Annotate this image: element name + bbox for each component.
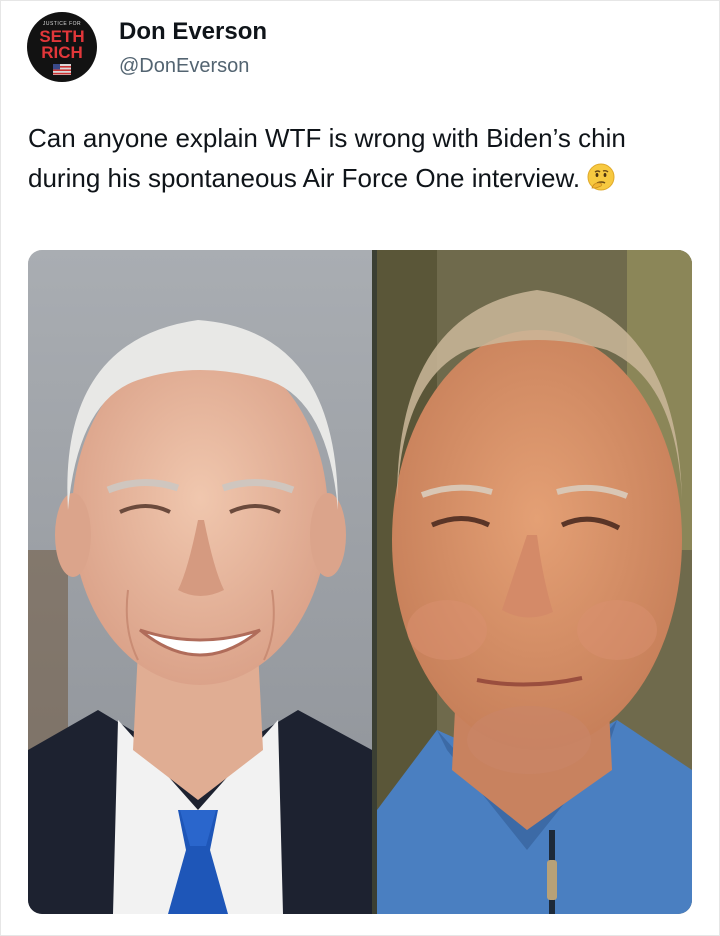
- tweet-media[interactable]: [28, 250, 692, 914]
- thinking-face-icon: [587, 163, 615, 191]
- author-name[interactable]: Don Everson: [119, 18, 267, 46]
- left-photo[interactable]: [28, 250, 372, 914]
- tweet-body: Can anyone explain WTF is wrong with Bid…: [28, 123, 626, 193]
- tweet-text: Can anyone explain WTF is wrong with Bid…: [28, 118, 698, 198]
- avatar-line-2: RICH: [41, 43, 83, 62]
- flag-icon: [53, 64, 71, 75]
- author-handle[interactable]: @DonEverson: [119, 55, 249, 78]
- avatar[interactable]: JUSTICE FOR SETH RICH: [27, 12, 97, 82]
- right-photo[interactable]: [377, 250, 692, 914]
